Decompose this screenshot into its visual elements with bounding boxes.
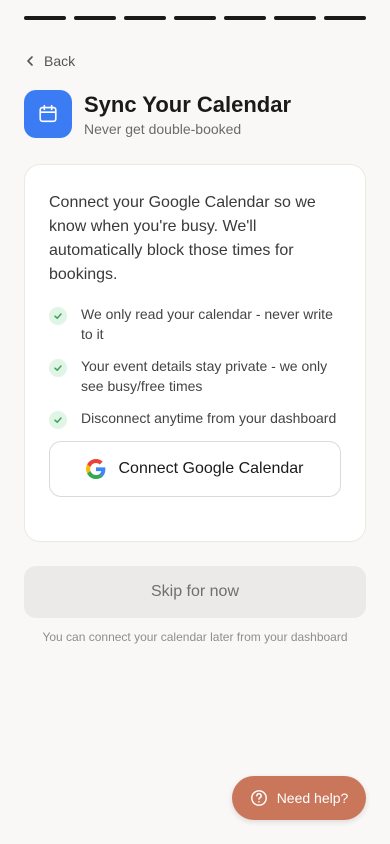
- list-item-text: We only read your calendar - never write…: [81, 306, 333, 342]
- page-header: Sync Your Calendar Never get double-book…: [24, 90, 291, 138]
- connect-card: Connect your Google Calendar so we know …: [24, 164, 366, 542]
- page-title: Sync Your Calendar: [84, 92, 292, 117]
- page-subtitle: Never get double-booked: [84, 121, 242, 137]
- back-button[interactable]: Back: [24, 53, 75, 69]
- progress-step: [274, 16, 316, 20]
- progress-step: [24, 16, 66, 20]
- google-logo-icon: [86, 459, 106, 479]
- list-item-text: Your event details stay private - we onl…: [81, 358, 328, 394]
- help-circle-icon: [250, 790, 267, 806]
- feature-list: We only read your calendar - never write…: [49, 304, 341, 429]
- skip-hint: You can connect your calendar later from…: [42, 630, 348, 644]
- connect-label: Connect Google Calendar: [118, 460, 304, 477]
- progress-step: [174, 16, 216, 20]
- progress-step: [124, 16, 166, 20]
- check-icon: [49, 411, 67, 429]
- list-item: We only read your calendar - never write…: [49, 304, 341, 344]
- progress-bar: [24, 16, 366, 20]
- progress-step: [324, 16, 366, 20]
- calendar-icon: [24, 90, 72, 138]
- list-item: Disconnect anytime from your dashboard: [49, 408, 341, 429]
- progress-step: [224, 16, 266, 20]
- need-help-label: Need help?: [276, 790, 349, 806]
- list-item-text: Disconnect anytime from your dashboard: [81, 410, 337, 426]
- skip-button[interactable]: Skip for now: [24, 566, 366, 618]
- back-label: Back: [44, 53, 76, 69]
- card-intro: Connect your Google Calendar so we know …: [49, 194, 316, 283]
- connect-google-calendar-button[interactable]: Connect Google Calendar: [49, 441, 341, 497]
- progress-step: [74, 16, 116, 20]
- chevron-left-icon: [27, 56, 33, 66]
- list-item: Your event details stay private - we onl…: [49, 356, 341, 396]
- onboarding-screen: Back Sync Your Calendar Never get double…: [0, 0, 390, 844]
- check-icon: [49, 307, 67, 325]
- check-icon: [49, 359, 67, 377]
- need-help-button[interactable]: Need help?: [232, 776, 366, 820]
